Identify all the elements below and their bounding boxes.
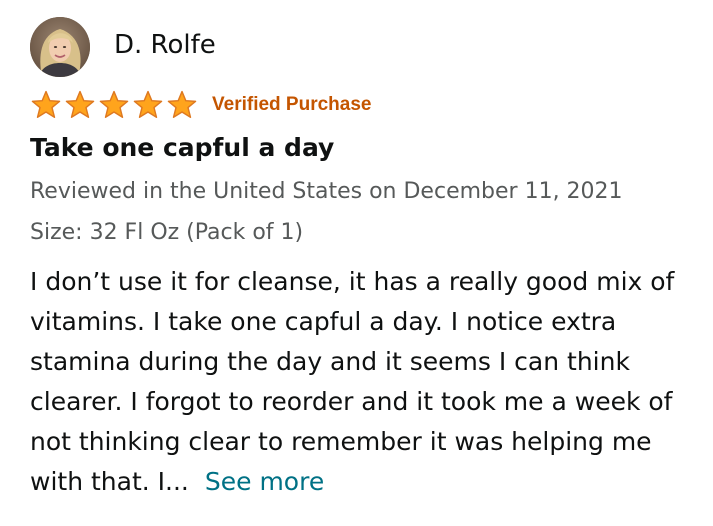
star-icon <box>31 90 61 118</box>
verified-purchase-badge: Verified Purchase <box>212 94 372 115</box>
reviewer-profile[interactable]: D. Rolfe <box>30 16 700 78</box>
see-more-link[interactable]: See more <box>205 467 324 496</box>
review-body: I don’t use it for cleanse, it has a rea… <box>30 262 700 502</box>
review-date: Reviewed in the United States on Decembe… <box>30 179 623 204</box>
star-rating[interactable] <box>30 90 198 120</box>
review-card: D. Rolfe Verified Purchase Take one capf… <box>30 16 700 502</box>
reviewer-name[interactable]: D. Rolfe <box>114 30 216 60</box>
review-variant: Size: 32 Fl Oz (Pack of 1) <box>30 220 304 245</box>
star-icon <box>167 90 197 118</box>
avatar[interactable] <box>30 17 90 77</box>
profile-photo-icon <box>30 17 90 77</box>
star-icon <box>65 90 95 118</box>
review-text: I don’t use it for cleanse, it has a rea… <box>30 267 675 496</box>
star-icon <box>133 90 163 118</box>
rating-row: Verified Purchase <box>30 88 700 122</box>
star-icon <box>99 90 129 118</box>
review-title[interactable]: Take one capful a day <box>30 132 700 164</box>
